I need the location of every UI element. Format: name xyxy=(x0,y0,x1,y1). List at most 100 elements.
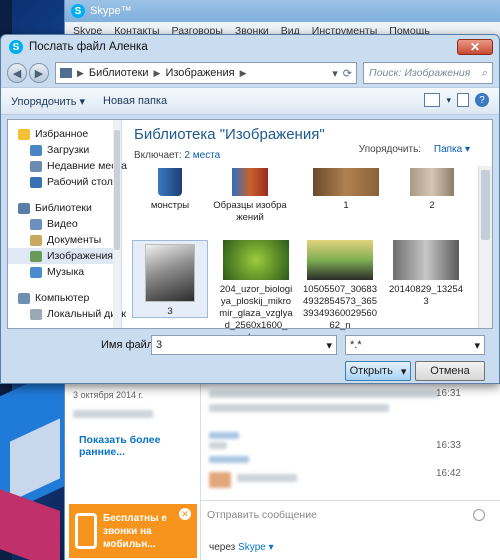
nav-computer[interactable]: Компьютер xyxy=(8,290,121,306)
file-item[interactable]: 2 xyxy=(394,168,470,212)
image-thumbnail xyxy=(313,168,379,196)
image-thumbnail xyxy=(393,240,459,280)
filetype-select[interactable]: *.* ▾ xyxy=(345,335,485,355)
file-item[interactable]: 20140829_132543 xyxy=(388,240,464,308)
breadcrumb-libraries[interactable]: Библиотеки xyxy=(89,67,149,79)
promo-close-icon[interactable]: ✕ xyxy=(179,508,191,520)
emoticon-icon[interactable] xyxy=(473,509,485,521)
search-icon: ⌕ xyxy=(481,66,487,79)
send-file-dialog: S Послать файл Аленка ✕ ◀ ▶ ▶ Библиотеки… xyxy=(0,34,500,384)
close-button[interactable]: ✕ xyxy=(457,39,493,55)
nav-documents[interactable]: Документы xyxy=(8,232,121,248)
skype-logo-icon: S xyxy=(9,40,23,54)
library-folder-icon xyxy=(60,68,72,78)
organize-button[interactable]: Упорядочить ▾ xyxy=(11,95,85,108)
filename-input[interactable]: 3 ▾ xyxy=(151,335,337,355)
message-time: 16:33 xyxy=(435,440,461,451)
nav-video[interactable]: Видео xyxy=(8,216,121,232)
view-dropdown-icon[interactable]: ▾ xyxy=(446,95,451,106)
file-item[interactable]: 204_uzor_biologiya_ploskij_mikromir_glaz… xyxy=(218,240,294,344)
nav-local-disk[interactable]: Локальный диск xyxy=(8,306,126,322)
disk-icon xyxy=(30,308,42,320)
dialog-toolbar: Упорядочить ▾ Новая папка ▾ ? xyxy=(1,87,499,115)
search-placeholder: Поиск: Изображения xyxy=(369,67,471,79)
nav-libraries[interactable]: Библиотеки xyxy=(8,200,121,216)
folder-thumbnail xyxy=(158,168,182,196)
file-scrollbar[interactable] xyxy=(478,166,492,328)
file-item[interactable]: 1 xyxy=(308,168,384,212)
arrange-dropdown[interactable]: Папка ▾ xyxy=(434,144,470,155)
downloads-icon xyxy=(30,144,42,156)
star-icon xyxy=(18,128,30,140)
blurred-message xyxy=(237,474,297,482)
navigation-pane: Избранное Загрузки Недавние места Рабочи… xyxy=(8,120,127,328)
blurred-message xyxy=(209,390,439,398)
breadcrumb-images[interactable]: Изображения xyxy=(165,67,234,79)
via-skype-link[interactable]: Skype ▾ xyxy=(238,542,274,553)
library-title: Библиотека "Изображения" xyxy=(134,126,325,143)
show-more-link[interactable]: Показать более ранние... xyxy=(79,434,200,458)
skype-logo-icon: S xyxy=(71,4,85,18)
image-thumbnail xyxy=(410,168,454,196)
video-icon xyxy=(30,218,42,230)
image-thumbnail xyxy=(145,244,195,302)
file-item[interactable]: 10505507_306834932854573_365393493600295… xyxy=(302,240,378,332)
file-area: Библиотека "Изображения" Включает: 2 мес… xyxy=(122,120,492,343)
dialog-title: Послать файл Аленка xyxy=(29,41,148,53)
nav-music[interactable]: Музыка xyxy=(8,264,121,280)
new-folder-button[interactable]: Новая папка xyxy=(103,95,167,107)
promo-banner[interactable]: Бесплатны е звонки на мобильн... ✕ xyxy=(69,504,197,558)
nav-desktop[interactable]: Рабочий стол xyxy=(8,174,121,190)
message-input[interactable]: Отправить сообщение xyxy=(201,500,500,530)
view-options-icon[interactable] xyxy=(424,93,441,107)
desktop-shard-pink xyxy=(0,489,60,560)
file-item-selected[interactable]: 3 xyxy=(132,240,208,318)
file-item[interactable]: монстры xyxy=(132,168,208,212)
blurred-sender xyxy=(209,456,249,463)
phone-icon xyxy=(75,513,97,549)
open-split-arrow-icon[interactable]: ▾ xyxy=(401,365,407,378)
forward-arrow-icon[interactable]: ▶ xyxy=(29,63,49,83)
skype-titlebar: S Skype™ xyxy=(65,0,500,22)
skype-title-text: Skype™ xyxy=(90,5,132,17)
nav-favorites[interactable]: Избранное xyxy=(8,126,121,142)
cancel-button[interactable]: Отмена xyxy=(415,361,485,381)
nav-images[interactable]: Изображения xyxy=(8,248,121,264)
address-row: ◀ ▶ ▶ Библиотеки ▶ Изображения ▶ ▾ ⟳ Пои… xyxy=(1,59,499,87)
back-arrow-icon[interactable]: ◀ xyxy=(7,63,27,83)
via-label: через xyxy=(209,542,236,553)
dialog-body: Избранное Загрузки Недавние места Рабочи… xyxy=(7,119,493,343)
filename-value: 3 xyxy=(156,339,163,351)
skype-sidebar: 3 октября 2014 г. Показать более ранние.… xyxy=(65,360,201,560)
message-placeholder: Отправить сообщение xyxy=(207,509,317,521)
breadcrumb-dropdown-icon[interactable]: ▾ xyxy=(332,67,338,80)
blurred-message xyxy=(209,442,227,449)
nav-downloads[interactable]: Загрузки xyxy=(8,142,121,158)
image-thumbnail xyxy=(307,240,373,280)
chevron-down-icon[interactable]: ▾ xyxy=(474,339,480,352)
includes-link[interactable]: 2 места xyxy=(184,150,220,161)
file-item[interactable]: Образцы изображений xyxy=(212,168,288,224)
filetype-value: *.* xyxy=(350,339,362,351)
computer-icon xyxy=(18,292,30,304)
breadcrumb[interactable]: ▶ Библиотеки ▶ Изображения ▶ ▾ ⟳ xyxy=(55,62,357,84)
help-icon[interactable]: ? xyxy=(475,93,489,107)
libraries-icon xyxy=(18,202,30,214)
dialog-footer: Имя файла: 3 ▾ *.* ▾ Открыть ▾ Отмена xyxy=(1,335,499,385)
dialog-titlebar: S Послать файл Аленка xyxy=(1,35,499,59)
conversation-date: 3 октября 2014 г. xyxy=(73,390,144,400)
preview-pane-icon[interactable] xyxy=(457,93,469,107)
recent-places-icon xyxy=(30,160,42,172)
open-button[interactable]: Открыть ▾ xyxy=(345,361,411,381)
chevron-down-icon[interactable]: ▾ xyxy=(326,339,332,352)
promo-text: Бесплатны е звонки на мобильн... xyxy=(103,512,167,550)
nav-scrollbar[interactable] xyxy=(113,120,121,328)
image-thumbnail xyxy=(223,240,289,280)
nav-recent[interactable]: Недавние места xyxy=(8,158,127,174)
search-input[interactable]: Поиск: Изображения ⌕ xyxy=(363,62,493,84)
blurred-sender xyxy=(209,432,239,439)
blurred-image xyxy=(209,472,231,488)
music-icon xyxy=(30,266,42,278)
message-time: 16:31 xyxy=(435,388,461,399)
refresh-icon[interactable]: ⟳ xyxy=(343,67,352,80)
